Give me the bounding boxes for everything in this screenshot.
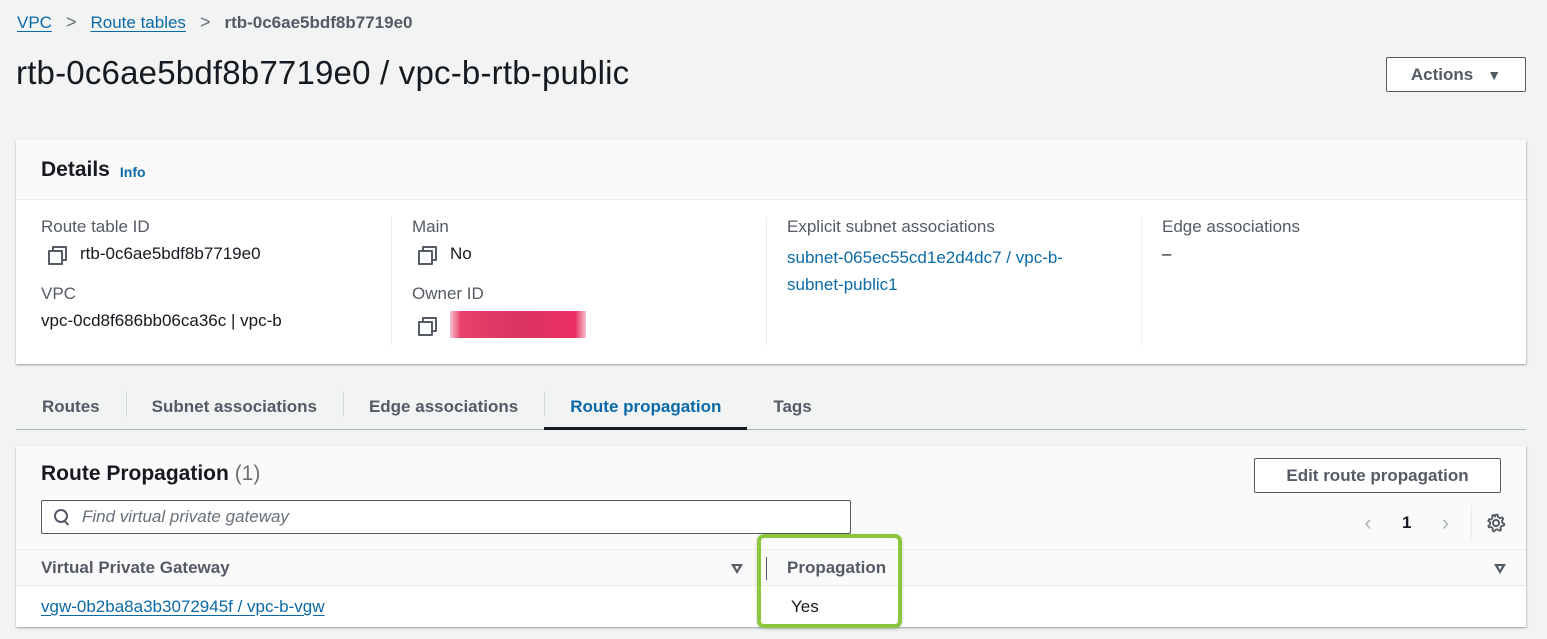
previous-page-button[interactable]: ‹ <box>1356 510 1380 536</box>
details-panel: Details Info Route table ID rtb-0c6ae5bd… <box>16 140 1526 364</box>
tab-route-propagation[interactable]: Route propagation <box>544 386 748 430</box>
route-table-id-text: rtb-0c6ae5bdf8b7719e0 <box>80 244 261 263</box>
route-table-id-value: rtb-0c6ae5bdf8b7719e0 <box>41 244 391 265</box>
actions-label: Actions <box>1410 64 1474 84</box>
column-header-label: Propagation <box>787 558 887 577</box>
copy-icon[interactable] <box>48 246 67 265</box>
caret-down-icon: ▼ <box>1487 66 1502 83</box>
details-grid: Route table ID rtb-0c6ae5bdf8b7719e0 VPC… <box>16 200 1526 345</box>
vpc-label: VPC <box>41 284 76 303</box>
details-title: Details <box>41 157 110 181</box>
info-link[interactable]: Info <box>120 164 146 180</box>
pager-divider <box>1471 506 1473 540</box>
details-column-4: Edge associations – <box>1141 217 1516 345</box>
tab-bar: Routes Subnet associations Edge associat… <box>16 387 1526 430</box>
main-text: No <box>450 244 472 263</box>
edge-associations-label: Edge associations <box>1162 217 1300 236</box>
route-propagation-header: Route Propagation (1) Edit route propaga… <box>16 446 1526 586</box>
sort-icon[interactable] <box>1494 564 1506 574</box>
copy-icon[interactable] <box>418 246 437 265</box>
details-header: Details Info <box>16 140 1526 200</box>
breadcrumb-route-tables-link[interactable]: Route tables <box>90 13 185 33</box>
route-propagation-title-text: Route Propagation <box>41 462 229 485</box>
main-value: No <box>412 244 766 265</box>
chevron-right-icon: > <box>65 12 77 32</box>
table-header: Virtual Private Gateway Propagation <box>16 549 1526 586</box>
table-row: vgw-0b2ba8a3b3072945f / vpc-b-vgw Yes <box>16 587 1526 627</box>
search-input[interactable] <box>82 507 822 527</box>
main-label: Main <box>412 217 449 236</box>
owner-id-label: Owner ID <box>412 284 484 303</box>
route-propagation-title: Route Propagation (1) <box>41 462 260 486</box>
search-icon <box>54 509 70 525</box>
details-column-1: Route table ID rtb-0c6ae5bdf8b7719e0 VPC… <box>16 217 391 345</box>
details-column-3: Explicit subnet associations subnet-065e… <box>766 217 1141 345</box>
route-table-id-label: Route table ID <box>41 217 150 236</box>
gear-icon[interactable] <box>1486 513 1506 533</box>
sort-icon[interactable] <box>731 564 743 574</box>
owner-id-value <box>412 311 766 338</box>
breadcrumb-current: rtb-0c6ae5bdf8b7719e0 <box>224 12 413 32</box>
breadcrumb-vpc-link[interactable]: VPC <box>17 13 52 33</box>
chevron-right-icon: > <box>199 12 211 32</box>
column-header-virtual-private-gateway[interactable]: Virtual Private Gateway <box>16 550 766 586</box>
copy-icon[interactable] <box>418 316 437 336</box>
search-field[interactable] <box>41 500 851 534</box>
next-page-button[interactable]: › <box>1433 510 1457 536</box>
breadcrumb: VPC > Route tables > rtb-0c6ae5bdf8b7719… <box>17 12 413 33</box>
tab-routes[interactable]: Routes <box>16 386 126 428</box>
vpc-link[interactable]: vpc-0cd8f686bb06ca36c | vpc-b <box>41 311 391 331</box>
gateway-link[interactable]: vgw-0b2ba8a3b3072945f / vpc-b-vgw <box>41 597 325 616</box>
pagination: ‹ 1 › <box>1356 506 1506 540</box>
owner-id-redacted <box>450 311 586 338</box>
explicit-subnet-associations-label: Explicit subnet associations <box>787 217 995 236</box>
subnet-association-link[interactable]: subnet-065ec55cd1e2d4dc7 / vpc-b-subnet-… <box>787 244 1107 298</box>
edit-route-propagation-button[interactable]: Edit route propagation <box>1254 458 1501 493</box>
tab-subnet-associations[interactable]: Subnet associations <box>125 386 343 428</box>
page-title: rtb-0c6ae5bdf8b7719e0 / vpc-b-rtb-public <box>16 54 630 91</box>
column-header-propagation[interactable]: Propagation <box>766 550 1526 586</box>
route-propagation-count: (1) <box>234 462 261 485</box>
column-resizer[interactable] <box>766 557 767 580</box>
gateway-cell: vgw-0b2ba8a3b3072945f / vpc-b-vgw <box>16 597 766 617</box>
actions-button[interactable]: Actions ▼ <box>1386 57 1526 92</box>
details-column-2: Main No Owner ID <box>391 217 766 345</box>
propagation-cell: Yes <box>791 597 819 616</box>
column-header-label: Virtual Private Gateway <box>41 558 230 577</box>
route-propagation-panel: Route Propagation (1) Edit route propaga… <box>16 446 1526 627</box>
tab-edge-associations[interactable]: Edge associations <box>342 386 544 428</box>
tab-tags[interactable]: Tags <box>747 386 837 428</box>
current-page[interactable]: 1 <box>1402 513 1411 533</box>
edge-associations-value: – <box>1162 244 1172 263</box>
